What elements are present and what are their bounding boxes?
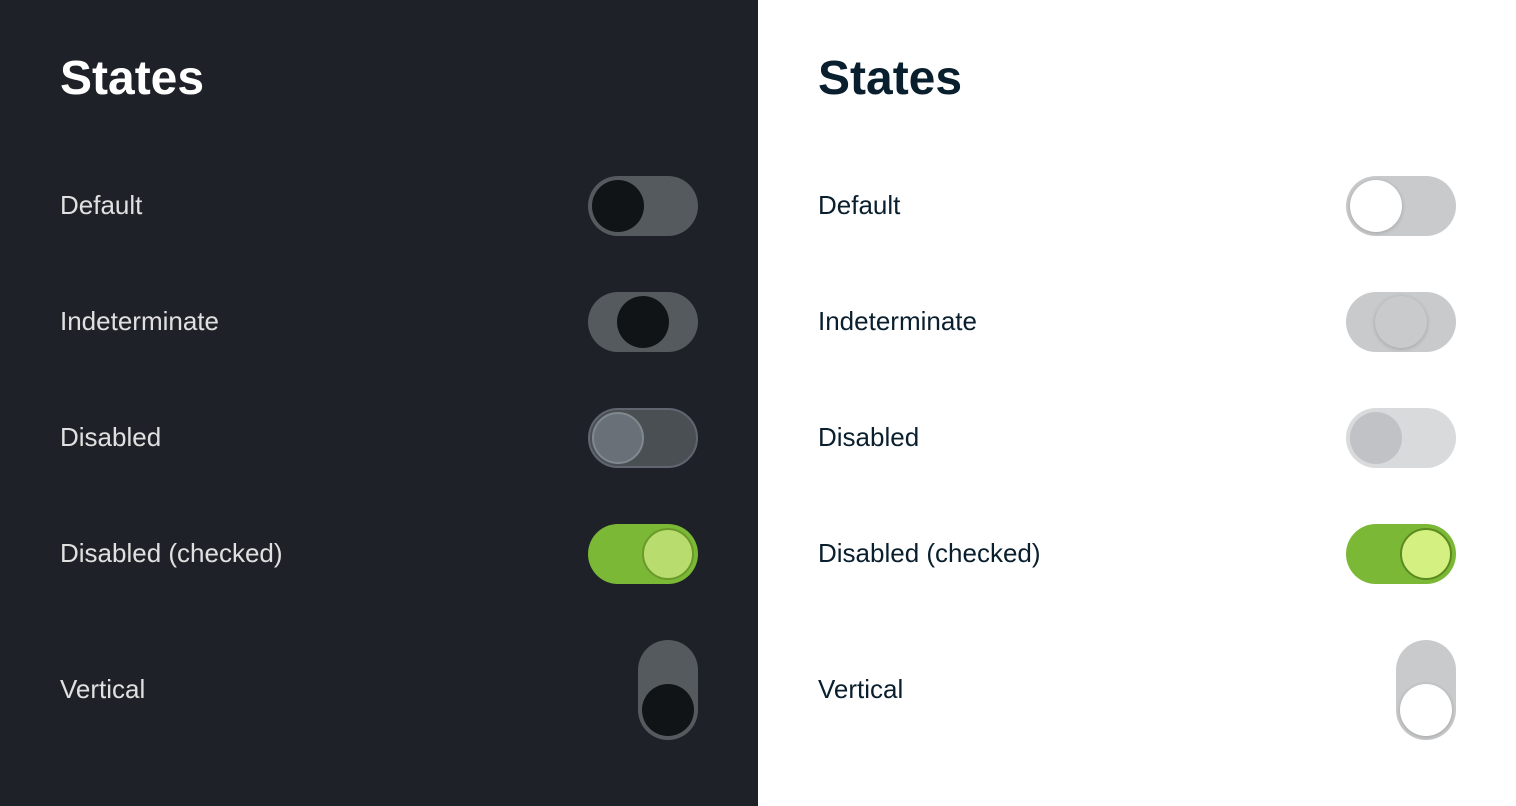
- dark-indeterminate-toggle-container: [578, 292, 698, 352]
- dark-indeterminate-toggle[interactable]: [588, 292, 698, 352]
- light-vertical-toggle[interactable]: [1396, 640, 1456, 740]
- dark-vertical-row: Vertical: [60, 612, 698, 768]
- light-default-label: Default: [818, 190, 900, 221]
- light-indeterminate-label: Indeterminate: [818, 306, 977, 337]
- light-default-toggle[interactable]: [1346, 176, 1456, 236]
- dark-panel: States Default Indeterminate Disabled: [0, 0, 758, 806]
- light-indeterminate-toggle[interactable]: [1346, 292, 1456, 352]
- dark-default-label: Default: [60, 190, 142, 221]
- dark-vertical-toggle[interactable]: [638, 640, 698, 740]
- light-vertical-row: Vertical: [818, 612, 1456, 768]
- light-vertical-toggle-container: [1336, 640, 1456, 740]
- light-default-toggle-container: [1336, 176, 1456, 236]
- dark-panel-title: States: [60, 50, 698, 108]
- dark-default-row: Default: [60, 148, 698, 264]
- dark-disabled-row: Disabled: [60, 380, 698, 496]
- dark-default-toggle[interactable]: [588, 176, 698, 236]
- dark-disabled-checked-toggle: [588, 524, 698, 584]
- dark-disabled-toggle: [588, 408, 698, 468]
- light-indeterminate-toggle-container: [1336, 292, 1456, 352]
- light-default-row: Default: [818, 148, 1456, 264]
- dark-disabled-checked-row: Disabled (checked): [60, 496, 698, 612]
- dark-disabled-checked-toggle-container: [578, 524, 698, 584]
- light-disabled-checked-toggle-container: [1336, 524, 1456, 584]
- light-vertical-label: Vertical: [818, 674, 903, 705]
- dark-disabled-label: Disabled: [60, 422, 161, 453]
- light-disabled-toggle: [1346, 408, 1456, 468]
- dark-default-toggle-container: [578, 176, 698, 236]
- light-panel-title: States: [818, 50, 1456, 108]
- light-disabled-checked-row: Disabled (checked): [818, 496, 1456, 612]
- dark-disabled-toggle-container: [578, 408, 698, 468]
- dark-indeterminate-row: Indeterminate: [60, 264, 698, 380]
- light-indeterminate-row: Indeterminate: [818, 264, 1456, 380]
- light-disabled-checked-toggle: [1346, 524, 1456, 584]
- dark-disabled-checked-label: Disabled (checked): [60, 538, 283, 569]
- light-disabled-toggle-container: [1336, 408, 1456, 468]
- dark-indeterminate-label: Indeterminate: [60, 306, 219, 337]
- dark-vertical-toggle-container: [578, 640, 698, 740]
- light-panel: States Default Indeterminate Disabled: [758, 0, 1516, 806]
- light-disabled-label: Disabled: [818, 422, 919, 453]
- light-disabled-row: Disabled: [818, 380, 1456, 496]
- dark-vertical-label: Vertical: [60, 674, 145, 705]
- light-disabled-checked-label: Disabled (checked): [818, 538, 1041, 569]
